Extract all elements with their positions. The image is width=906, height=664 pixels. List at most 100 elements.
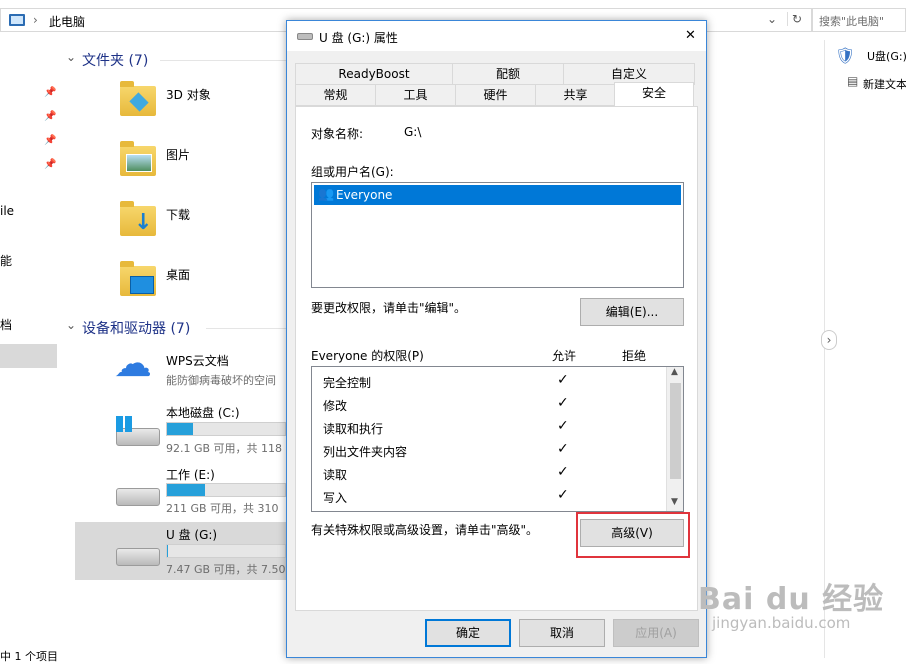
permissions-label: Everyone 的权限(P) xyxy=(311,349,424,363)
tab-general[interactable]: 常规 xyxy=(295,84,376,106)
users-listbox[interactable]: 👥 Everyone xyxy=(311,182,684,288)
allow-check-icon: ✓ xyxy=(557,395,569,411)
deny-header: 拒绝 xyxy=(622,349,647,363)
edit-button[interactable]: 编辑(E)... xyxy=(580,298,684,326)
nav-item-partial[interactable]: ile xyxy=(0,204,14,218)
download-arrow-icon: ↓ xyxy=(134,210,153,235)
navigation-pane: 📌 📌 📌 📌 ile 能 档 xyxy=(0,40,58,658)
allow-check-icon: ✓ xyxy=(557,372,569,388)
tab-tools[interactable]: 工具 xyxy=(375,84,456,106)
permission-name: 读取 xyxy=(323,468,348,482)
downloads-folder-icon[interactable]: ↓ xyxy=(120,201,156,236)
nav-item-selected[interactable] xyxy=(0,344,57,368)
landscape-icon xyxy=(126,154,152,172)
hard-drive-icon[interactable] xyxy=(116,488,160,506)
pin-icon[interactable]: 📌 xyxy=(44,88,56,98)
dropdown-icon[interactable]: ⌄ xyxy=(767,12,777,26)
search-input[interactable]: 搜索"此电脑" xyxy=(812,8,906,32)
object-name-label: 对象名称: xyxy=(311,127,364,141)
nav-item-partial[interactable]: 档 xyxy=(0,316,12,333)
drive-space: 7.47 GB 可用，共 7.50 xyxy=(166,563,286,576)
breadcrumb-chevron-icon[interactable]: › xyxy=(33,13,38,27)
group-users-label: 组或用户名(G): xyxy=(311,165,394,179)
collapse-chevron-icon[interactable]: ⌄ xyxy=(66,50,76,64)
baidu-watermark: Bai du 经验 xyxy=(698,582,885,617)
permission-row: 完全控制 ✓ xyxy=(312,371,662,391)
collapse-chevron-icon[interactable]: ⌄ xyxy=(66,318,76,332)
change-perm-text: 要更改权限，请单击"编辑"。 xyxy=(311,301,467,315)
tab-sharing[interactable]: 共享 xyxy=(535,84,616,106)
drive-label[interactable]: 本地磁盘 (C:) xyxy=(166,404,240,421)
pictures-folder-icon[interactable] xyxy=(120,141,156,176)
dialog-titlebar[interactable]: U 盘 (G:) 属性 ✕ xyxy=(287,21,706,51)
drive-space: 92.1 GB 可用，共 118 xyxy=(166,442,283,455)
usb-drive-icon[interactable] xyxy=(116,548,160,566)
folder-label[interactable]: 图片 xyxy=(166,146,190,163)
folder-label[interactable]: 下载 xyxy=(166,206,190,223)
permission-row: 修改 ✓ xyxy=(312,394,662,414)
drive-space: 211 GB 可用，共 310 xyxy=(166,502,279,515)
advanced-text: 有关特殊权限或高级设置，请单击"高级"。 xyxy=(311,523,539,537)
tab-readyboost[interactable]: ReadyBoost xyxy=(295,63,453,85)
drive-usage-fill xyxy=(167,484,205,496)
object-name-value: G:\ xyxy=(404,125,422,139)
document-icon: ▤ xyxy=(847,74,859,88)
preview-pane: 🛡 U盘(G:) ▤ 新建文本 › xyxy=(821,40,906,658)
permissions-list[interactable]: ▲ ▼ 完全控制 ✓ 修改 ✓ 读取和执行 ✓ 列出文件夹内容 ✓ 读取 ✓ 写入 ✓ xyxy=(311,366,684,512)
monitor-icon xyxy=(130,276,154,294)
ok-button[interactable]: 确定 xyxy=(425,619,511,647)
folder-label[interactable]: 桌面 xyxy=(166,266,190,283)
user-name: Everyone xyxy=(336,188,393,202)
group-divider xyxy=(206,328,286,329)
pin-icon[interactable]: 📌 xyxy=(44,136,56,146)
apply-button: 应用(A) xyxy=(613,619,699,647)
allow-check-icon: ✓ xyxy=(557,487,569,503)
tab-security[interactable]: 安全 xyxy=(614,82,694,106)
refresh-icon[interactable]: ↻ xyxy=(787,12,802,26)
permission-name: 写入 xyxy=(323,491,348,505)
permissions-scrollbar[interactable]: ▲ ▼ xyxy=(666,367,683,511)
drive-usage-fill xyxy=(167,545,169,557)
shield-icon: 🛡 xyxy=(835,46,856,65)
right-item[interactable]: 新建文本 xyxy=(863,76,906,92)
wps-name[interactable]: WPS云文档 xyxy=(166,352,229,369)
permission-row: 读取和执行 ✓ xyxy=(312,417,662,437)
devices-group-title[interactable]: 设备和驱动器 (7) xyxy=(82,318,190,338)
users-group-icon: 👥 xyxy=(318,187,335,202)
scroll-up-icon[interactable]: ▲ xyxy=(671,367,678,377)
watermark-url: jingyan.baidu.com xyxy=(712,614,851,632)
tab-quota[interactable]: 配额 xyxy=(452,63,564,85)
drive-label[interactable]: 工作 (E:) xyxy=(166,466,215,483)
permission-name: 列出文件夹内容 xyxy=(323,445,408,459)
expand-pane-button[interactable]: › xyxy=(821,330,837,350)
folders-group-title[interactable]: 文件夹 (7) xyxy=(82,50,148,70)
allow-check-icon: ✓ xyxy=(557,464,569,480)
nav-item-partial[interactable]: 能 xyxy=(0,252,12,269)
highlight-box xyxy=(576,512,690,558)
windows-logo-icon xyxy=(116,416,132,432)
scroll-thumb[interactable] xyxy=(670,383,681,479)
drive-usage-bar xyxy=(166,544,286,558)
pin-icon[interactable]: 📌 xyxy=(44,112,56,122)
scroll-down-icon[interactable]: ▼ xyxy=(671,497,678,507)
tab-hardware[interactable]: 硬件 xyxy=(455,84,536,106)
3d-objects-folder-icon[interactable] xyxy=(120,81,156,116)
drive-label[interactable]: U 盘 (G:) xyxy=(166,526,217,543)
right-item[interactable]: U盘(G:) xyxy=(867,48,906,64)
address-text[interactable]: 此电脑 xyxy=(49,13,85,30)
permission-name: 读取和执行 xyxy=(323,422,384,436)
cloud-icon[interactable]: ☁ xyxy=(114,344,152,382)
properties-dialog: U 盘 (G:) 属性 ✕ ReadyBoost 配额 自定义 常规 工具 硬件… xyxy=(286,20,707,658)
usb-drive-icon xyxy=(297,33,313,40)
pin-icon[interactable]: 📌 xyxy=(44,160,56,170)
dialog-title: U 盘 (G:) 属性 xyxy=(319,31,398,45)
folder-label[interactable]: 3D 对象 xyxy=(166,86,211,103)
drive-usage-bar xyxy=(166,483,286,497)
close-icon[interactable]: ✕ xyxy=(685,28,696,43)
permission-row: 读取 ✓ xyxy=(312,463,662,483)
desktop-folder-icon[interactable] xyxy=(120,261,156,296)
cancel-button[interactable]: 取消 xyxy=(519,619,605,647)
user-row-selected[interactable]: 👥 Everyone xyxy=(314,185,681,205)
allow-header: 允许 xyxy=(552,349,577,363)
status-bar-text: 中 1 个项目 xyxy=(0,650,58,663)
